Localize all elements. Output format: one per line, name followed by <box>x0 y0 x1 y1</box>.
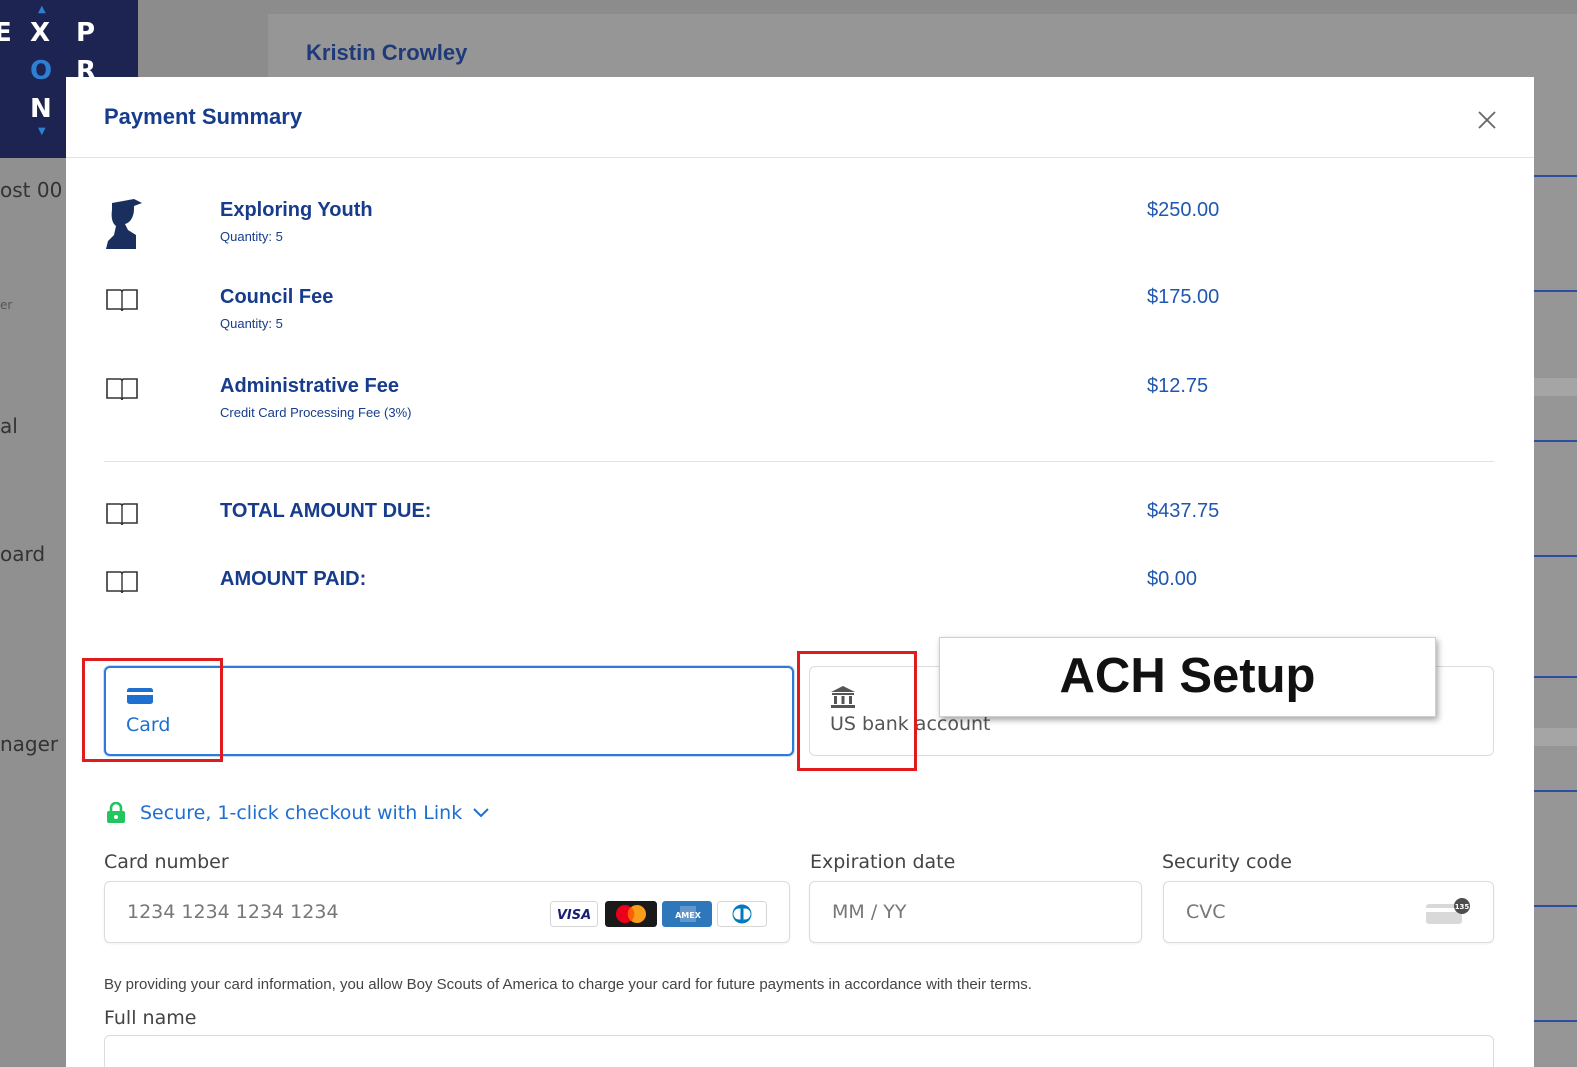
item-name: Exploring Youth <box>220 199 373 221</box>
annotation-text: ACH Setup <box>1059 649 1316 703</box>
full-name-field <box>104 1035 1494 1067</box>
full-name-label: Full name <box>104 1007 197 1029</box>
card-number-field: VISA AMEX <box>104 881 790 943</box>
sidebar-fragment: oard <box>0 542 46 566</box>
background-rule <box>1532 555 1577 557</box>
logo-letter: P <box>76 18 96 48</box>
background-rule <box>1532 905 1577 907</box>
person-silhouette-icon <box>106 199 142 249</box>
link-checkout-text: Secure, 1-click checkout with Link <box>140 802 463 824</box>
lock-icon <box>107 802 125 823</box>
amount-paid-value: $0.00 <box>1147 568 1198 590</box>
visa-icon: VISA <box>550 901 598 927</box>
logo-arrow-up-icon: ▲ <box>38 4 46 15</box>
book-icon <box>106 503 138 526</box>
expiration-date-input[interactable] <box>810 882 1141 942</box>
user-name: Kristin Crowley <box>306 40 468 65</box>
cvc-card-icon: 135 <box>1426 898 1470 924</box>
item-price: $250.00 <box>1147 199 1220 221</box>
mastercard-icon <box>605 901 657 927</box>
logo-arrow-down-icon: ▼ <box>38 126 46 137</box>
item-price: $12.75 <box>1147 375 1209 397</box>
item-quantity: Quantity: 5 <box>220 316 283 331</box>
background-rule <box>1532 790 1577 792</box>
background-band <box>1532 378 1577 396</box>
total-due-value: $437.75 <box>1147 500 1220 522</box>
security-code-field: 135 <box>1163 881 1494 943</box>
visa-text: VISA <box>557 908 591 923</box>
background-rule <box>1532 290 1577 292</box>
link-checkout-toggle[interactable]: Secure, 1-click checkout with Link <box>106 799 490 827</box>
amex-text: AMEX <box>675 911 702 920</box>
card-number-label: Card number <box>104 851 229 873</box>
close-icon <box>1478 111 1496 129</box>
cvc-badge-text: 135 <box>1455 903 1470 911</box>
book-icon <box>106 289 138 312</box>
item-quantity: Quantity: 5 <box>220 229 283 244</box>
tab-card[interactable]: Card <box>104 666 794 756</box>
card-terms-text: By providing your card information, you … <box>104 976 1032 993</box>
item-name: Administrative Fee <box>220 375 399 397</box>
diners-club-icon <box>717 901 767 927</box>
modal-title: Payment Summary <box>104 104 303 129</box>
payment-summary-modal: Payment Summary Exploring Youth Quantity… <box>66 77 1534 1067</box>
sidebar-fragment: ost 00 <box>0 178 63 202</box>
item-name: Council Fee <box>220 286 334 308</box>
logo-letter: X <box>30 18 51 48</box>
background-rule <box>1532 175 1577 177</box>
modal-header: Payment Summary <box>66 77 1534 158</box>
line-item: Council Fee Quantity: 5 $175.00 <box>104 286 1494 336</box>
amount-paid-label: AMOUNT PAID: <box>220 568 367 590</box>
amount-paid-row: AMOUNT PAID: $0.00 <box>104 568 1494 598</box>
background-rule <box>1532 1020 1577 1022</box>
security-code-label: Security code <box>1162 851 1292 873</box>
book-icon <box>106 378 138 401</box>
sidebar-fragment: nager <box>0 732 59 756</box>
expiration-date-label: Expiration date <box>810 851 956 873</box>
close-button[interactable] <box>1474 107 1500 133</box>
annotation-callout: ACH Setup <box>939 637 1436 717</box>
item-price: $175.00 <box>1147 286 1220 308</box>
logo-letter: O <box>30 56 53 86</box>
item-description: Credit Card Processing Fee (3%) <box>220 405 412 420</box>
expiration-date-field <box>809 881 1142 943</box>
amex-icon: AMEX <box>662 901 712 927</box>
line-item: Administrative Fee Credit Card Processin… <box>104 375 1494 425</box>
total-due-row: TOTAL AMOUNT DUE: $437.75 <box>104 500 1494 530</box>
book-icon <box>106 571 138 594</box>
sidebar-fragment: er <box>0 298 13 312</box>
bank-icon <box>831 686 855 708</box>
summary-divider <box>104 461 1494 462</box>
tab-card-label: Card <box>126 714 171 736</box>
background-rule <box>1532 676 1577 678</box>
line-item: Exploring Youth Quantity: 5 $250.00 <box>104 199 1494 249</box>
total-due-label: TOTAL AMOUNT DUE: <box>220 500 432 522</box>
logo-letter: N <box>30 94 52 124</box>
sidebar-fragment: al <box>0 414 18 438</box>
full-name-input[interactable] <box>105 1036 1493 1067</box>
background-rule <box>1532 440 1577 442</box>
logo-letter: E <box>0 18 12 48</box>
chevron-down-icon <box>473 808 489 818</box>
background-band <box>1532 728 1577 746</box>
credit-card-icon <box>127 688 153 704</box>
